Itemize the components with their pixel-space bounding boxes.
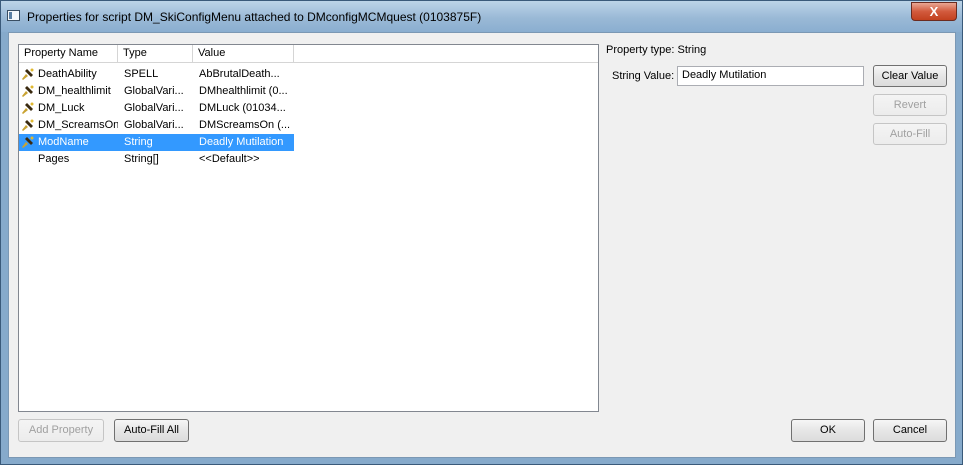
property-name-cell: ModName (38, 136, 89, 148)
property-name-cell: DeathAbility (38, 68, 97, 80)
clear-value-button[interactable]: Clear Value (873, 65, 947, 87)
auto-fill-all-button[interactable]: Auto-Fill All (114, 419, 189, 442)
property-type-cell: GlobalVari... (124, 102, 184, 114)
column-header-property-name[interactable]: Property Name (19, 45, 118, 62)
property-value-cell: DMScreamsOn (... (199, 119, 291, 131)
property-type-label: Property type: String (606, 44, 707, 56)
property-type-cell: String (124, 136, 153, 148)
cancel-button[interactable]: Cancel (873, 419, 947, 442)
property-value-cell: AbBrutalDeath... (199, 68, 280, 80)
hammer-icon (22, 119, 34, 131)
property-value-cell: DMLuck (01034... (199, 102, 286, 114)
hammer-icon (22, 136, 34, 148)
properties-dialog: Properties for script DM_SkiConfigMenu a… (0, 0, 963, 465)
add-property-button[interactable]: Add Property (18, 419, 104, 442)
property-name-cell: DM_Luck (38, 102, 85, 114)
property-name-cell: Pages (38, 153, 70, 165)
hammer-icon (22, 102, 34, 114)
dialog-client-area: Property Name Type Value DeathAbility SP… (8, 32, 956, 458)
property-name-cell: DM_ScreamsOn (38, 119, 118, 131)
window-title: Properties for script DM_SkiConfigMenu a… (27, 10, 482, 24)
list-item[interactable]: ModName String Deadly Mutilation (19, 134, 294, 151)
hammer-icon (22, 85, 34, 97)
property-type-cell: GlobalVari... (124, 119, 184, 131)
property-list[interactable]: Property Name Type Value DeathAbility SP… (18, 44, 599, 412)
list-item[interactable]: DM_healthlimit GlobalVari... DMhealthlim… (19, 83, 294, 100)
title-bar[interactable]: Properties for script DM_SkiConfigMenu a… (1, 1, 962, 32)
property-value-cell: Deadly Mutilation (199, 136, 284, 148)
property-value-cell: <<Default>> (199, 153, 260, 165)
list-item[interactable]: Pages String[] <<Default>> (19, 151, 294, 168)
auto-fill-button[interactable]: Auto-Fill (873, 123, 947, 145)
list-item[interactable]: DeathAbility SPELL AbBrutalDeath... (19, 66, 294, 83)
column-header-value[interactable]: Value (193, 45, 294, 62)
list-header: Property Name Type Value (19, 45, 598, 63)
revert-button[interactable]: Revert (873, 94, 947, 116)
column-header-type[interactable]: Type (118, 45, 193, 62)
list-item[interactable]: DM_ScreamsOn GlobalVari... DMScreamsOn (… (19, 117, 294, 134)
string-value-label: String Value: (612, 70, 675, 82)
window-icon (7, 10, 20, 21)
hammer-icon (22, 68, 34, 80)
string-value-input[interactable]: Deadly Mutilation (677, 66, 864, 86)
property-name-cell: DM_healthlimit (38, 85, 111, 97)
property-type-cell: GlobalVari... (124, 85, 184, 97)
property-value-cell: DMhealthlimit (0... (199, 85, 288, 97)
close-button[interactable]: X (911, 2, 957, 21)
ok-button[interactable]: OK (791, 419, 865, 442)
property-type-cell: SPELL (124, 68, 159, 80)
property-type-cell: String[] (124, 153, 159, 165)
list-item[interactable]: DM_Luck GlobalVari... DMLuck (01034... (19, 100, 294, 117)
